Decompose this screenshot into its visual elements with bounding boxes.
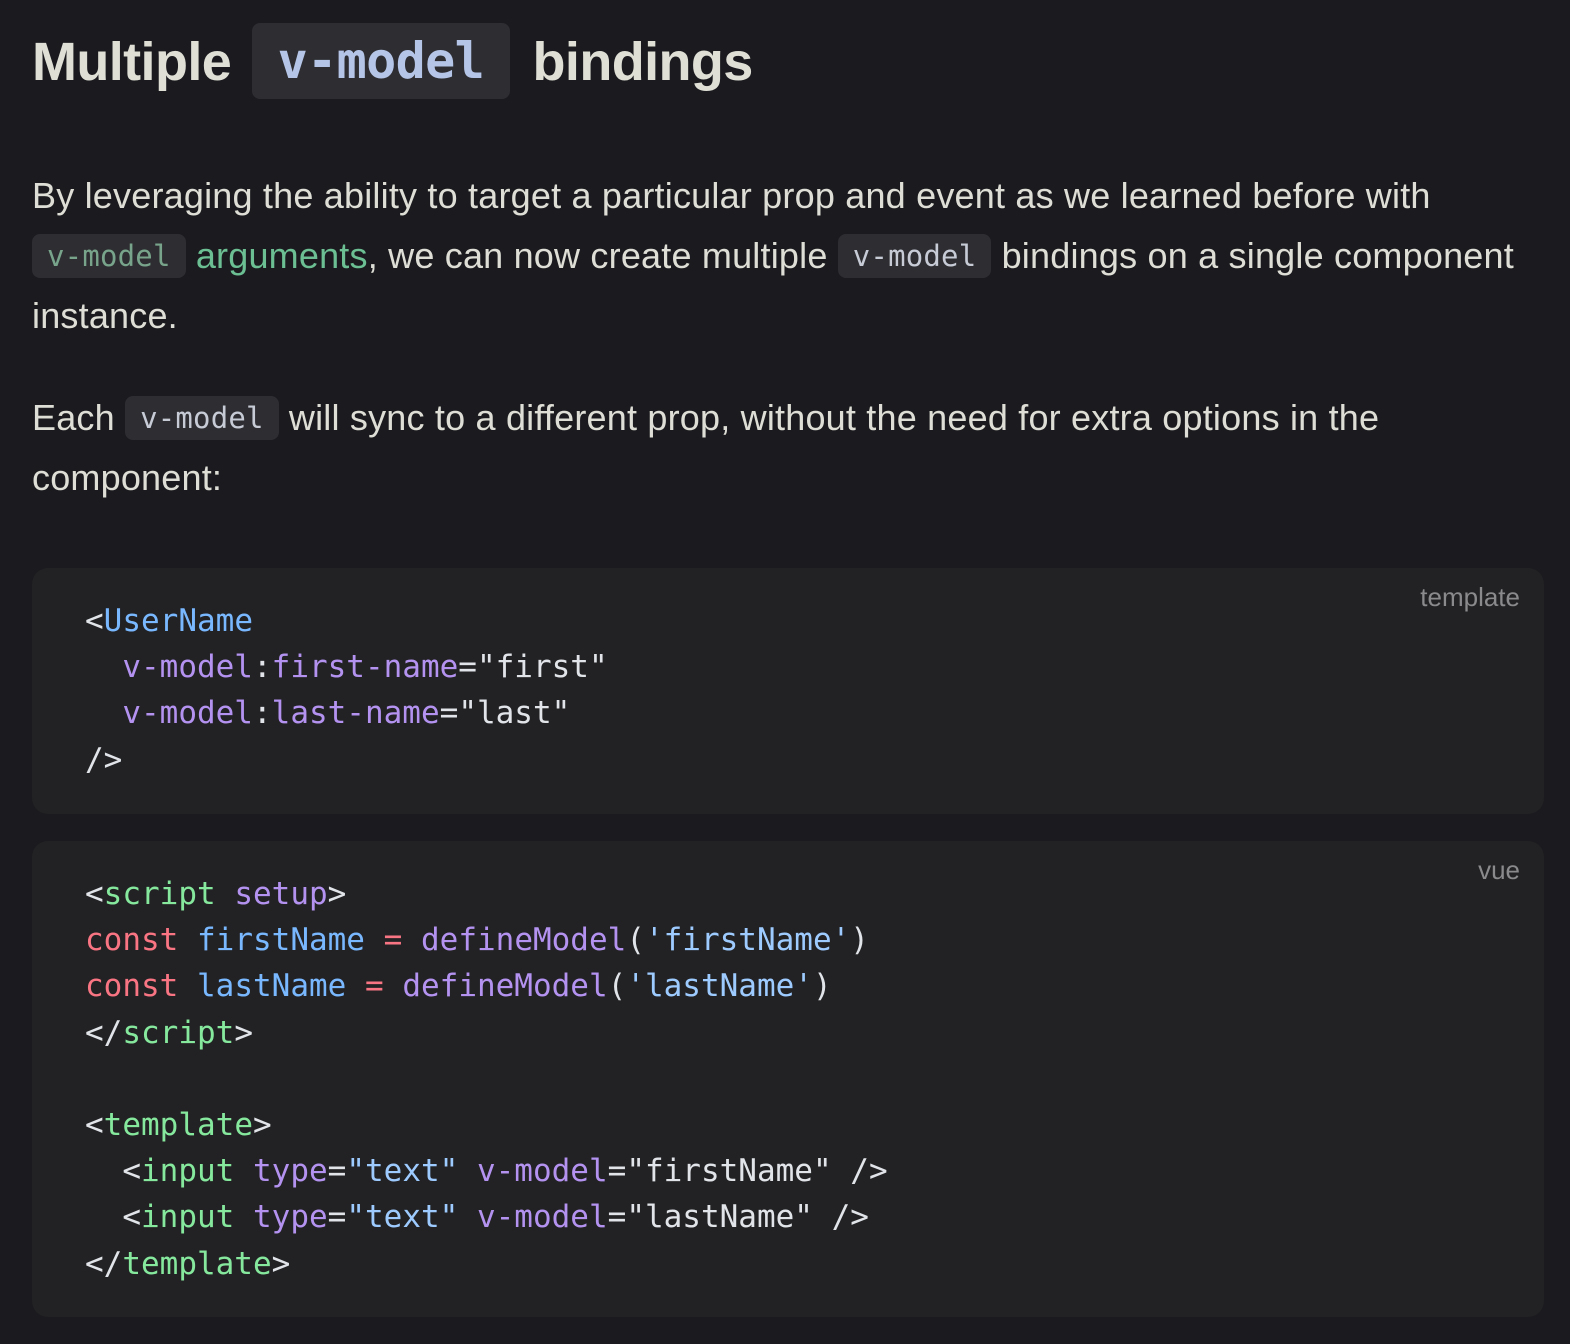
code-token: script bbox=[103, 876, 216, 912]
code-token: setup bbox=[234, 876, 328, 912]
code-token: > bbox=[271, 1245, 291, 1282]
intro-paragraph: By leveraging the ability to target a pa… bbox=[32, 166, 1544, 346]
code-token: v-model bbox=[122, 649, 253, 686]
code-token: 'lastName' bbox=[626, 968, 813, 1005]
code-token: v-model bbox=[476, 1153, 608, 1190]
code-block-vue[interactable]: vue <script setup> const firstName = def… bbox=[32, 841, 1544, 1317]
code-token: = bbox=[327, 1199, 347, 1236]
code-content[interactable]: <UserName v-model:first-name="first" v-m… bbox=[85, 598, 608, 783]
code-token: /> bbox=[831, 1199, 869, 1236]
heading-code: v-model bbox=[251, 23, 511, 99]
code-token: "first" bbox=[476, 649, 608, 686]
code-token: v-model bbox=[122, 695, 253, 732]
code-token: const bbox=[85, 968, 179, 1005]
code-token: ( bbox=[626, 922, 645, 959]
code-token: 'firstName' bbox=[644, 922, 851, 959]
code-block-template[interactable]: template <UserName v-model:first-name="f… bbox=[32, 568, 1544, 814]
code-token: const bbox=[85, 922, 179, 959]
code-token: "firstName" bbox=[626, 1153, 832, 1190]
p2-inline-code: v-model bbox=[125, 396, 279, 440]
code-token: ) bbox=[812, 968, 832, 1005]
code-token: firstName bbox=[197, 922, 365, 959]
code-token: "lastName" bbox=[626, 1199, 813, 1236]
code-token: "text" bbox=[346, 1199, 459, 1236]
code-token: : bbox=[252, 695, 272, 732]
code-token: < bbox=[85, 1107, 104, 1144]
heading-suffix: bindings bbox=[532, 32, 754, 92]
code-token: type bbox=[253, 1199, 328, 1236]
code-token: v-model bbox=[476, 1199, 608, 1236]
code-lang-label: vue bbox=[1478, 855, 1520, 885]
code-lang-label: template bbox=[1420, 582, 1520, 612]
code-token: > bbox=[234, 1014, 253, 1051]
code-token: : bbox=[252, 649, 272, 686]
code-token: type bbox=[253, 1153, 328, 1190]
code-token: input bbox=[141, 1199, 235, 1236]
code-content[interactable]: <script setup> const firstName = defineM… bbox=[85, 871, 888, 1287]
code-token: ( bbox=[607, 968, 627, 1005]
sync-paragraph: Each v-model will sync to a different pr… bbox=[32, 388, 1544, 508]
code-token: > bbox=[252, 1107, 272, 1144]
heading-prefix: Multiple bbox=[32, 32, 232, 92]
code-token: = bbox=[439, 695, 459, 732]
section-heading: Multiple v-model bindings bbox=[32, 22, 753, 102]
code-token: defineModel bbox=[402, 968, 608, 1005]
code-token: /> bbox=[850, 1153, 888, 1190]
code-token: lastName bbox=[197, 968, 347, 1005]
code-token: > bbox=[327, 876, 347, 912]
code-token: input bbox=[141, 1153, 235, 1190]
code-token: = bbox=[383, 922, 403, 959]
code-token: "last" bbox=[458, 695, 571, 732]
p2-text-before: Each bbox=[32, 397, 126, 438]
code-token: = bbox=[364, 968, 384, 1005]
code-token: "text" bbox=[346, 1153, 459, 1190]
code-token: template bbox=[103, 1107, 253, 1144]
code-token: < bbox=[85, 603, 104, 639]
p1-text-before: By leveraging the ability to target a pa… bbox=[32, 175, 1431, 216]
code-token: last-name bbox=[271, 695, 440, 732]
code-token: </ bbox=[85, 1245, 123, 1282]
p1-inline-code-2: v-model bbox=[837, 234, 992, 278]
code-token: defineModel bbox=[421, 922, 627, 959]
code-token: first-name bbox=[271, 649, 459, 686]
code-token: = bbox=[327, 1153, 347, 1190]
code-token: < bbox=[122, 1199, 141, 1236]
code-token: = bbox=[607, 1199, 627, 1236]
code-token: template bbox=[122, 1245, 272, 1282]
code-token: = bbox=[607, 1153, 627, 1190]
arguments-link[interactable]: arguments bbox=[196, 235, 368, 276]
p1-text-mid: , we can now create multiple bbox=[367, 235, 838, 276]
code-token: /> bbox=[85, 741, 123, 778]
code-token: < bbox=[85, 876, 104, 912]
code-token: </ bbox=[85, 1014, 123, 1051]
code-token: = bbox=[458, 649, 477, 686]
code-token: ) bbox=[850, 922, 869, 959]
p1-inline-code-1[interactable]: v-model bbox=[32, 234, 186, 278]
code-token: UserName bbox=[103, 603, 253, 639]
code-token: < bbox=[122, 1153, 141, 1190]
code-token: script bbox=[122, 1014, 235, 1051]
